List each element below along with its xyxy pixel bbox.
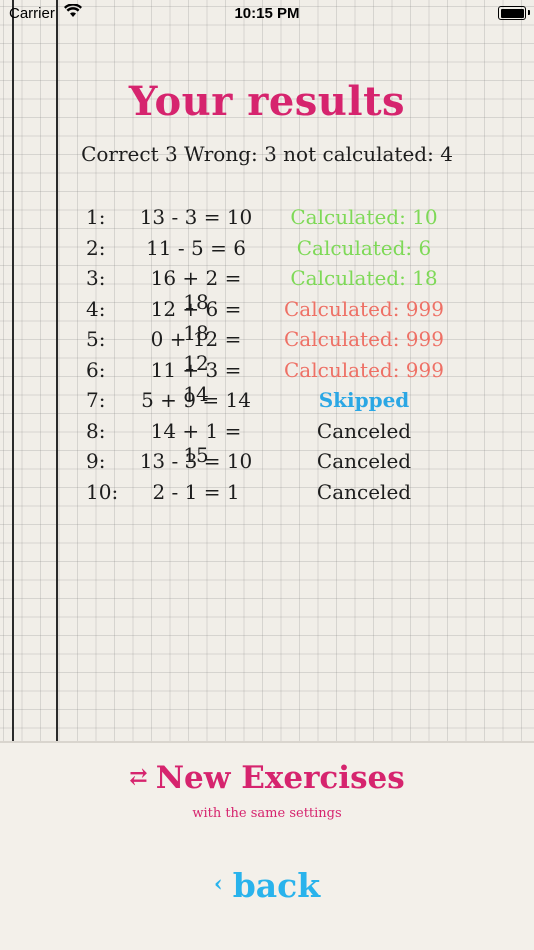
result-status: Calculated: 999 [284,357,444,382]
result-row: 3: 16 + 2 = 18 Calculated: 18 [0,266,534,314]
back-label: back [232,866,321,905]
result-status: Calculated: 18 [290,266,438,290]
back-button[interactable]: ‹ back [0,866,534,905]
result-expression: 11 - 5 = 6 [146,235,246,260]
result-row: 8: 14 + 1 = 15 Canceled [0,418,534,467]
repeat-icon: ⇄ [129,764,148,790]
new-exercises-subtitle[interactable]: with the same settings [0,806,534,821]
result-number: 9: [86,449,106,473]
result-number: 7: [86,388,106,412]
new-exercises-button[interactable]: ⇄ New Exercises [0,760,534,796]
result-status: Calculated: 999 [284,296,444,321]
result-row: 10: 2 - 1 = 1 Canceled [0,480,534,510]
result-row: 9: 13 - 3 = 10 Canceled [0,449,534,479]
result-number: 10: [86,479,119,504]
result-row: 6: 11 + 3 = 14 Calculated: 999 [0,357,534,406]
result-row: 7: 5 + 9 = 14 Skipped [0,388,534,418]
result-row: 1: 13 - 3 = 10 Calculated: 10 [0,205,534,235]
chevron-left-icon: ‹ [213,871,223,897]
new-exercises-label: New Exercises [155,760,405,796]
result-number: 8: [86,418,106,443]
result-status: Canceled [316,418,412,443]
clock: 10:15 PM [234,5,300,22]
result-status: Canceled [316,449,412,473]
result-expression: 2 - 1 = 1 [152,479,240,504]
result-status: Calculated: 6 [296,235,432,260]
result-number: 2: [86,235,106,260]
page-title: Your results [128,78,406,125]
result-status: Canceled [316,479,412,504]
result-status: Calculated: 10 [290,205,438,229]
results-summary: Correct 3 Wrong: 3 not calculated: 4 [81,142,453,166]
battery-icon [498,6,530,20]
result-row: 2: 11 - 5 = 6 Calculated: 6 [0,236,534,266]
result-number: 5: [86,327,106,351]
result-status: Calculated: 999 [284,327,444,351]
result-number: 6: [86,357,106,382]
status-bar: Carrier 10:15 PM [0,0,534,28]
result-row: 4: 12 + 6 = 18 Calculated: 999 [0,296,534,345]
result-expression: 13 - 3 = 10 [139,205,253,229]
result-row: 5: 0 + 12 = 12 Calculated: 999 [0,327,534,375]
paper-bottom-edge [0,741,534,743]
result-number: 3: [86,266,106,290]
result-expression: 5 + 9 = 14 [141,388,251,412]
result-number: 1: [86,205,106,229]
result-status: Skipped [318,388,410,412]
result-number: 4: [86,296,106,321]
result-expression: 13 - 3 = 10 [139,449,253,473]
